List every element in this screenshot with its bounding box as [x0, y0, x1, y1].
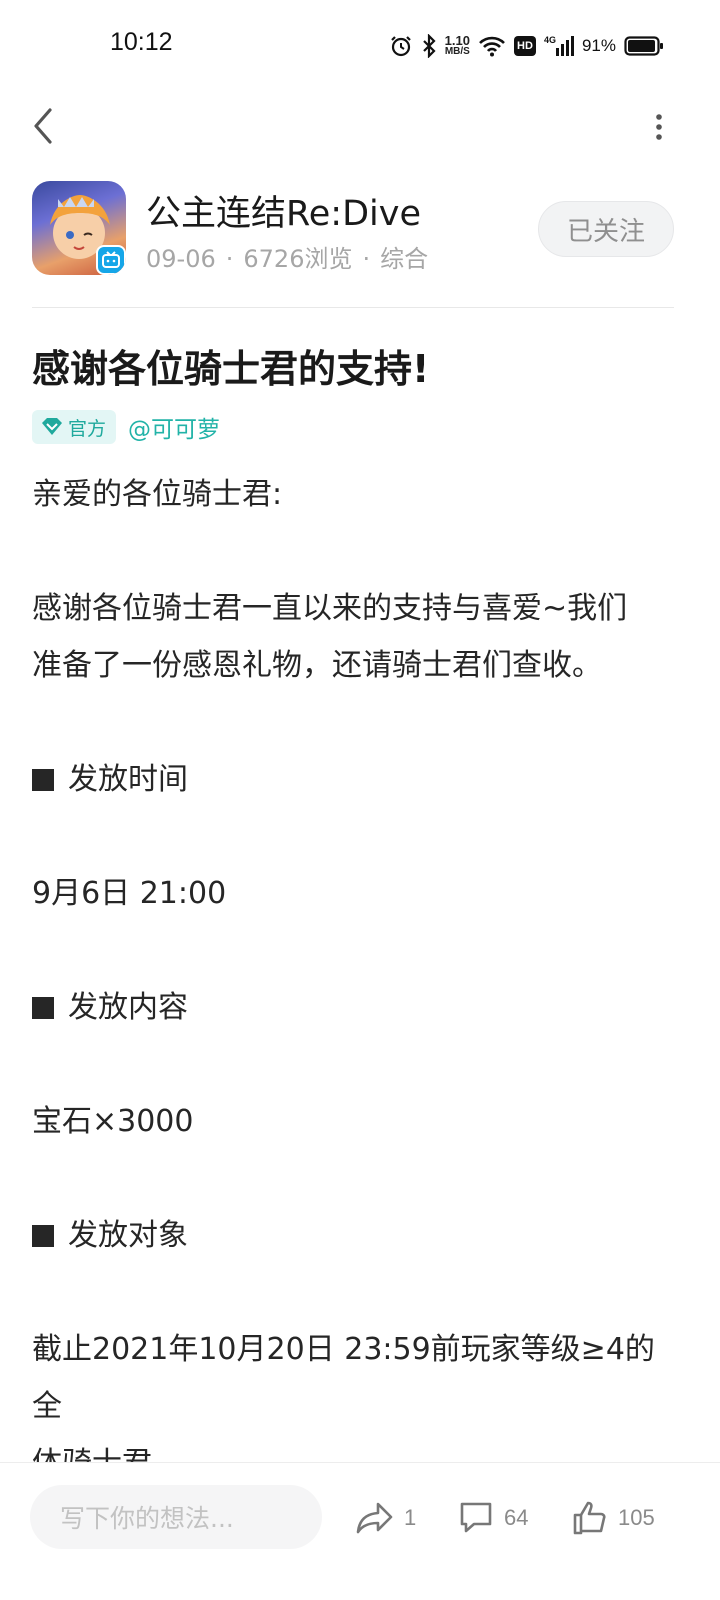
- more-vertical-icon[interactable]: [654, 114, 664, 140]
- back-icon[interactable]: [28, 106, 58, 146]
- bluetooth-icon: [421, 34, 437, 58]
- comment-button[interactable]: 64: [458, 1493, 528, 1543]
- battery-icon: [624, 35, 664, 57]
- mention-link[interactable]: @可可萝: [128, 410, 220, 444]
- time-value: 9月6日 21:00: [32, 876, 227, 911]
- thumbs-up-icon: [573, 1501, 606, 1535]
- bottom-action-bar: 写下你的想法... 1 64 105: [0, 1462, 720, 1600]
- bilibili-badge-icon: [96, 245, 126, 275]
- target-value-line-1: 截止2021年10月20日 23:59前玩家等级≥4的全: [32, 1332, 655, 1424]
- tag-row: 官方 @可可萝: [32, 410, 220, 444]
- net-speed: 1.10 MB/S: [444, 33, 470, 57]
- post-meta: 09-06 · 6726浏览 · 综合: [146, 245, 429, 273]
- post-title: 感谢各位骑士君的支持!: [32, 347, 430, 391]
- section-heading-content: 发放内容: [32, 979, 672, 1036]
- diamond-heart-icon: [42, 418, 62, 435]
- official-label: 官方: [68, 417, 107, 440]
- post-body: 亲爱的各位骑士君: 感谢各位骑士君一直以来的支持与喜爱~我们 准备了一份感恩礼物…: [32, 466, 672, 1492]
- status-icons: 1.10 MB/S HD 4G 91%: [389, 30, 664, 62]
- comment-count: 64: [504, 1505, 529, 1530]
- avatar[interactable]: [32, 181, 126, 275]
- content-value: 宝石×3000: [32, 1104, 194, 1139]
- comment-icon: [460, 1502, 492, 1533]
- author-header: 公主连结Re:Dive 09-06 · 6726浏览 · 综合 已关注: [32, 181, 688, 277]
- wifi-icon: [478, 35, 506, 57]
- signal-icon: 4G: [544, 34, 574, 58]
- square-bullet-icon: [32, 1225, 54, 1247]
- like-button[interactable]: 105: [572, 1493, 655, 1543]
- status-bar: 10:12 1.10 MB/S HD 4G 91%: [0, 0, 720, 90]
- share-icon: [356, 1502, 393, 1534]
- svg-text:4G: 4G: [544, 35, 556, 45]
- section-heading-time: 发放时间: [32, 751, 672, 808]
- share-button[interactable]: 1: [356, 1493, 416, 1543]
- post-category[interactable]: 综合: [380, 245, 428, 273]
- battery-percent: 91%: [581, 36, 616, 55]
- status-time: 10:12: [110, 28, 173, 56]
- greeting: 亲爱的各位骑士君:: [32, 477, 283, 512]
- author-name[interactable]: 公主连结Re:Dive: [146, 185, 421, 236]
- like-count: 105: [618, 1505, 655, 1530]
- view-count: 6726浏览: [243, 245, 353, 273]
- comment-input[interactable]: 写下你的想法...: [30, 1485, 322, 1549]
- official-tag: 官方: [32, 410, 117, 444]
- share-count: 1: [404, 1505, 417, 1530]
- intro-line-2: 准备了一份感恩礼物，还请骑士君们查收。: [32, 648, 602, 683]
- post-date: 09-06: [146, 245, 216, 273]
- hd-badge: HD: [513, 36, 536, 56]
- divider: [32, 307, 674, 308]
- square-bullet-icon: [32, 997, 54, 1019]
- alarm-icon: [389, 34, 413, 58]
- square-bullet-icon: [32, 769, 54, 791]
- follow-button[interactable]: 已关注: [538, 201, 674, 257]
- intro-line-1: 感谢各位骑士君一直以来的支持与喜爱~我们: [32, 591, 628, 626]
- section-heading-target: 发放对象: [32, 1207, 672, 1264]
